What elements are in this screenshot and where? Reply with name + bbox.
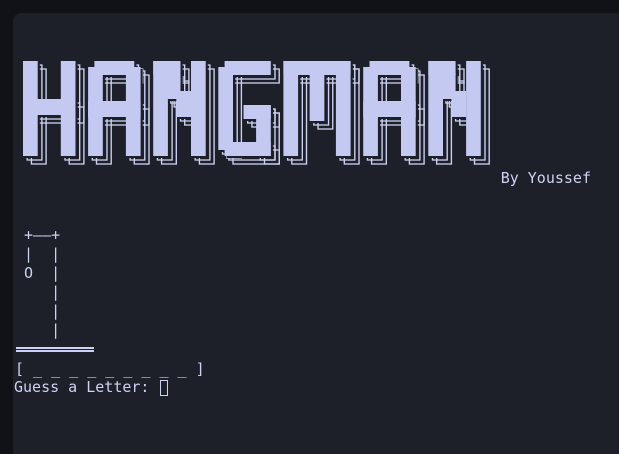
gallows-base xyxy=(16,347,94,352)
terminal-cursor[interactable] xyxy=(159,379,168,396)
guess-prompt-label: Guess a Letter: xyxy=(14,378,159,396)
author-credit: By Youssef xyxy=(500,169,591,187)
gallows-row: | xyxy=(15,283,61,301)
word-progress: [ _ _ _ _ _ _ _ _ _ ] xyxy=(15,360,205,378)
gallows-row: | xyxy=(15,321,61,339)
gallows-row: | | xyxy=(15,245,61,263)
desktop: By Youssef +——+ | | O | | | | [ _ _ _ _ … xyxy=(0,0,619,454)
gallows-top-beam: +——+ xyxy=(15,226,61,244)
gallows-row: | xyxy=(15,302,61,320)
guess-prompt-line: Guess a Letter: xyxy=(14,378,168,397)
terminal-window[interactable]: By Youssef +——+ | | O | | | | [ _ _ _ _ … xyxy=(13,13,619,454)
hangman-gallows: +——+ | | O | | | | xyxy=(15,226,60,340)
gallows-row-head: O | xyxy=(15,264,61,282)
